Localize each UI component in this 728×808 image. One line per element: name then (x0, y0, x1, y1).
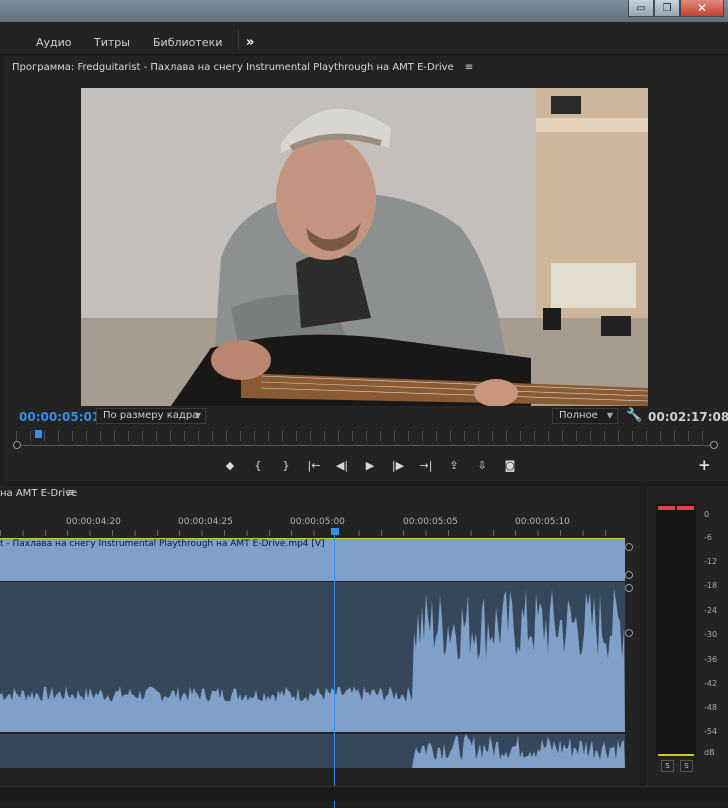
track-handle[interactable] (625, 629, 633, 637)
ruler-tick-label: 00:00:05:10 (515, 517, 570, 527)
audio-waveform-2 (0, 734, 625, 768)
window-controls: ▭ ❐ ✕ (628, 0, 724, 18)
mark-out-button[interactable]: } (272, 456, 300, 474)
meter-scale-label: -48 (704, 703, 718, 712)
lift-button[interactable]: ⇪ (440, 456, 468, 474)
button-editor-add-icon[interactable]: + (698, 456, 711, 474)
mark-in-button[interactable]: { (244, 456, 272, 474)
video-frame[interactable] (81, 88, 648, 406)
meter-unit-label: dB (704, 748, 715, 757)
fit-dropdown[interactable]: По размеру кадра ▼ (96, 408, 206, 424)
track-handle[interactable] (625, 584, 633, 592)
scrollbar-left-handle[interactable] (13, 441, 21, 449)
quality-value: Полное (559, 410, 598, 421)
workspace-tab-audio[interactable]: Аудио (36, 22, 72, 54)
zoom-scrollbar[interactable] (16, 445, 716, 446)
meter-scale-label: -30 (704, 630, 718, 639)
go-to-in-button[interactable]: |← (300, 456, 328, 474)
ruler-tick-label: 00:00:04:25 (178, 517, 233, 527)
meter-scale-label: -12 (704, 557, 718, 566)
video-clip[interactable]: t - Пахлава на снегу Instrumental Playth… (0, 539, 625, 581)
timeline-playhead[interactable] (331, 528, 339, 535)
current-timecode[interactable]: 00:00:05:01 (19, 410, 100, 424)
program-title-text: Программа: Fredguitarist - Пахлава на сн… (12, 62, 454, 73)
track-handle[interactable] (625, 543, 633, 551)
peak-indicator-left (658, 506, 675, 510)
timeline-ruler[interactable] (0, 530, 625, 536)
panel-menu-icon[interactable]: ≡ (66, 486, 75, 499)
step-back-button[interactable]: ◀| (328, 456, 356, 474)
workspace-bar: Аудио Титры Библиотеки » (0, 22, 728, 55)
playhead-line (334, 528, 335, 808)
meter-scale-label: -42 (704, 679, 718, 688)
audio-clip[interactable] (0, 582, 625, 732)
audio-clip-2[interactable] (0, 734, 625, 768)
title-bar: ▭ ❐ ✕ (0, 0, 728, 22)
go-to-out-button[interactable]: →| (412, 456, 440, 474)
play-button[interactable]: ▶ (356, 456, 384, 474)
program-monitor-panel: Программа: Fredguitarist - Пахлава на сн… (4, 56, 728, 481)
monitor-time-ruler[interactable] (16, 431, 716, 441)
chevron-down-icon: ▼ (606, 411, 613, 420)
workspace-tab-titles[interactable]: Титры (94, 22, 130, 54)
extract-button[interactable]: ⇩ (468, 456, 496, 474)
wrench-icon[interactable]: 🔧 (626, 408, 642, 423)
peak-indicator-right (677, 506, 694, 510)
level-indicator (658, 754, 694, 756)
export-frame-button[interactable]: ◙ (496, 456, 524, 474)
audio-meter-panel: 0 -6 -12 -18 -24 -30 -36 -42 -48 -54 dB … (646, 486, 728, 786)
meter-scale-label: 0 (704, 510, 710, 519)
program-monitor-title[interactable]: Программа: Fredguitarist - Пахлава на сн… (12, 62, 473, 73)
meter-scale-label: -54 (704, 727, 718, 736)
playhead-marker[interactable] (35, 430, 42, 438)
meter-scale-label: -24 (704, 606, 718, 615)
fit-value: По размеру кадра (103, 410, 199, 421)
meter-scale-label: -6 (704, 533, 712, 542)
restore-button[interactable]: ❐ (654, 0, 680, 17)
meter-scale-label: -18 (704, 581, 718, 590)
track-handle[interactable] (625, 571, 633, 579)
meter-scale-label: -36 (704, 655, 718, 664)
solo-button-left[interactable]: S (661, 760, 674, 772)
workspace-tab-libraries[interactable]: Библиотеки (153, 22, 222, 54)
close-button[interactable]: ✕ (680, 0, 724, 17)
video-still-image (81, 88, 648, 406)
timeline-panel: на AMT E-Drive ≡ 00:00:04:20 00:00:04:25… (0, 486, 640, 808)
audio-waveform (0, 588, 625, 732)
solo-button-right[interactable]: S (680, 760, 693, 772)
minimize-button[interactable]: ▭ (628, 0, 654, 17)
meter-bars (656, 504, 696, 756)
ruler-tick-label: 00:00:05:00 (290, 517, 345, 527)
transport-controls: ◆ { } |← ◀| ▶ |▶ →| ⇪ ⇩ ◙ (216, 456, 524, 474)
scrollbar-right-handle[interactable] (710, 441, 718, 449)
ruler-tick-label: 00:00:05:05 (403, 517, 458, 527)
ruler-tick-label: 00:00:04:20 (66, 517, 121, 527)
divider (238, 30, 239, 50)
add-marker-button[interactable]: ◆ (216, 456, 244, 474)
duration-timecode: 00:02:17:08 (648, 410, 728, 424)
step-forward-button[interactable]: |▶ (384, 456, 412, 474)
video-clip-label: t - Пахлава на снегу Instrumental Playth… (0, 539, 325, 549)
status-bar (0, 786, 728, 801)
chevron-down-icon: ▼ (194, 411, 201, 420)
playback-quality-dropdown[interactable]: Полное ▼ (552, 408, 618, 424)
panel-menu-icon[interactable]: ≡ (465, 62, 473, 73)
